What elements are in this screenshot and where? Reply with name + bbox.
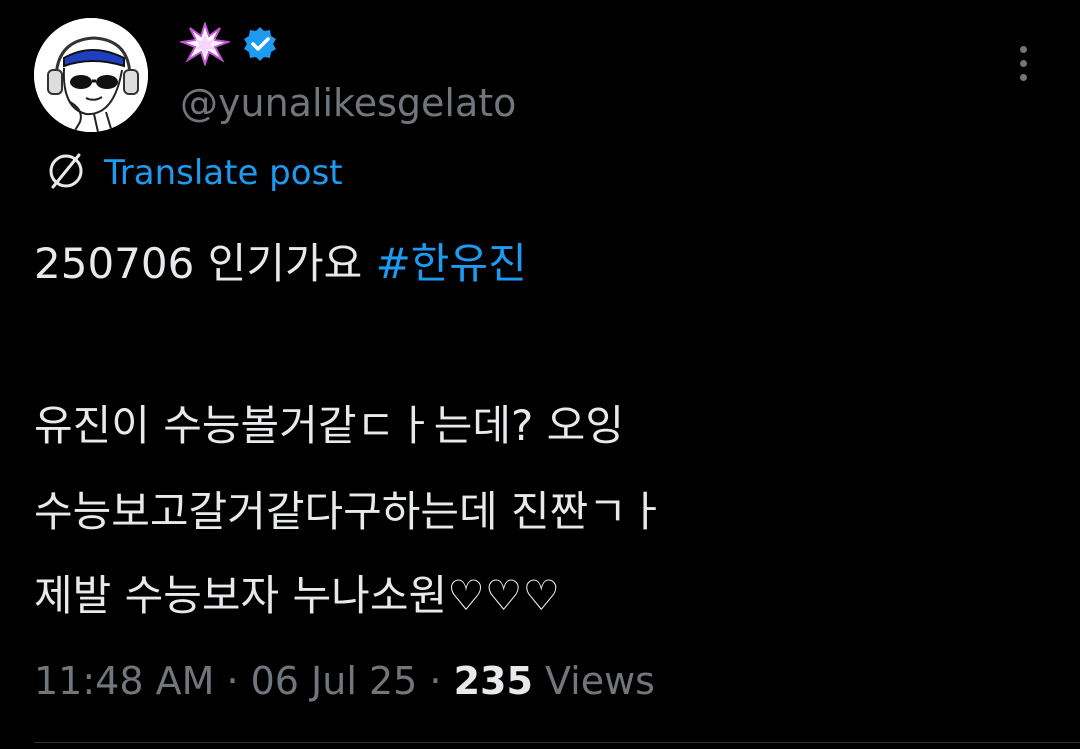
avatar-drawing-icon xyxy=(34,18,148,132)
meta-separator: · xyxy=(417,659,454,703)
post-time[interactable]: 11:48 AM xyxy=(34,659,214,703)
post-text-line-1: 250706 인기가요 #한유진 xyxy=(34,234,527,294)
avatar[interactable] xyxy=(34,18,148,132)
more-options-button[interactable] xyxy=(1006,38,1040,88)
author-name-row[interactable] xyxy=(178,20,278,70)
views-label[interactable]: Views xyxy=(533,659,655,703)
post-text-date-show: 250706 인기가요 xyxy=(34,239,376,288)
collision-emoji-icon xyxy=(178,20,232,70)
post-date[interactable]: 06 Jul 25 xyxy=(251,659,418,703)
meta-separator: · xyxy=(214,659,251,703)
translate-post-link[interactable]: Translate post xyxy=(44,148,343,198)
post-text-line-4: 제발 수능보자 누나소원♡♡♡ xyxy=(34,571,561,620)
post-text-line-3: 수능보고갈거같다구하는데 진짠ㄱㅏ xyxy=(34,487,666,536)
more-dot-icon xyxy=(1019,45,1027,53)
hashtag-link[interactable]: #한유진 xyxy=(376,239,527,288)
post-card: @yunalikesgelato Translate post 250706 인… xyxy=(0,0,1080,749)
translate-icon xyxy=(44,149,88,197)
translate-label: Translate post xyxy=(104,153,343,193)
views-count[interactable]: 235 xyxy=(454,659,533,703)
more-dot-icon xyxy=(1019,73,1027,81)
author-handle[interactable]: @yunalikesgelato xyxy=(180,78,516,128)
verified-badge-icon xyxy=(242,26,278,66)
divider xyxy=(34,742,1080,743)
post-meta: 11:48 AM · 06 Jul 25 · 235 Views xyxy=(34,652,655,710)
more-dot-icon xyxy=(1019,59,1027,67)
post-text-line-2: 유진이 수능볼거같ㄷㅏ는데? 오잉 xyxy=(34,401,624,450)
